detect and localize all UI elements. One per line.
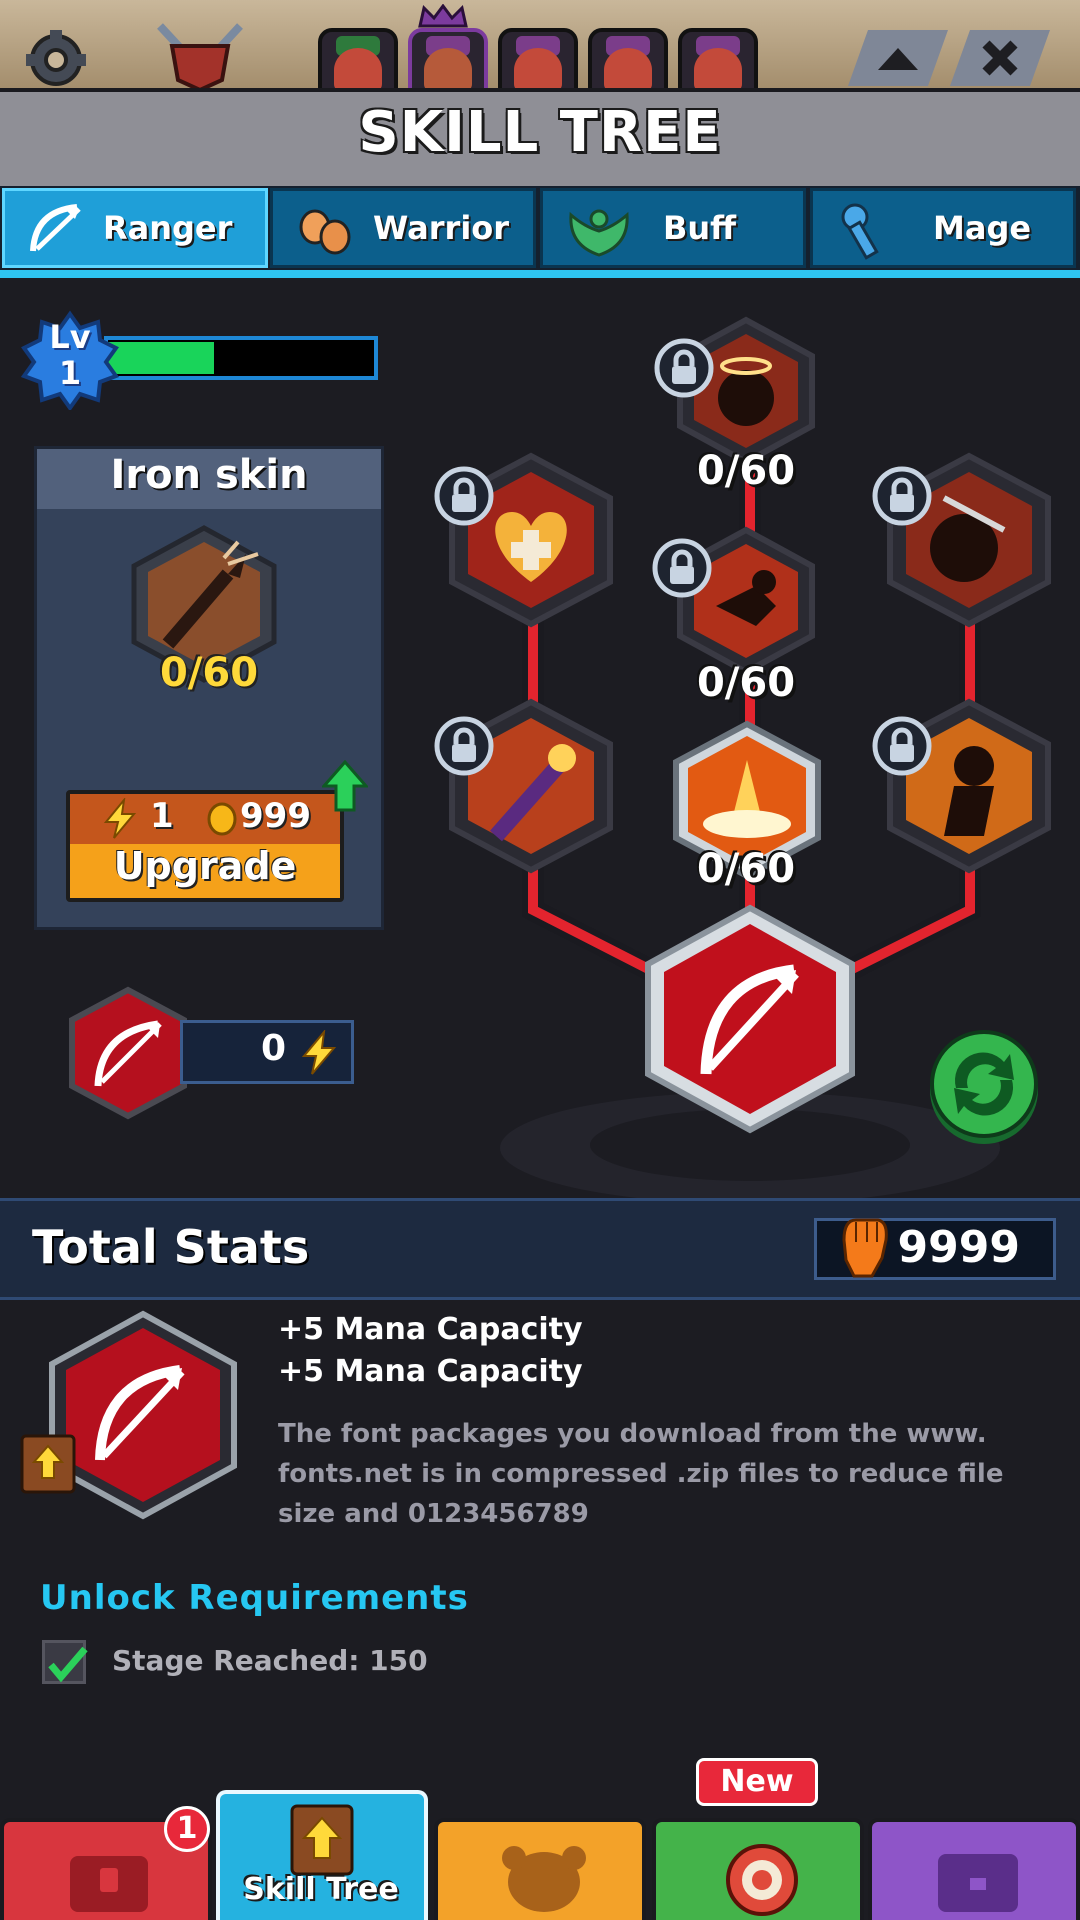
unlock-requirements-title: Unlock Requirements — [40, 1578, 469, 1618]
tab-mage[interactable]: Mage — [810, 188, 1076, 268]
level-label: Lv — [49, 318, 91, 356]
hero-portrait[interactable] — [678, 28, 758, 96]
skill-node-progress: 0/60 — [696, 660, 796, 706]
stat-line: +5 Mana Capacity — [278, 1312, 583, 1347]
power-value: 9999 — [897, 1222, 1020, 1273]
skill-name: Iron skin — [110, 452, 308, 498]
hero-portrait[interactable] — [318, 28, 398, 96]
coin-icon — [207, 802, 237, 836]
checkmark-icon — [48, 1646, 88, 1683]
tab-label: Warrior — [373, 209, 510, 247]
skill-book-icon — [20, 1434, 76, 1494]
laurel-icon — [569, 209, 629, 257]
nav-shop[interactable] — [868, 1818, 1080, 1920]
lock-icon — [434, 716, 494, 776]
skill-progress: 0/60 — [159, 650, 259, 696]
total-stats-title: Total Stats — [32, 1220, 310, 1274]
fists-icon — [299, 209, 351, 255]
skill-description: The font packages you download from the … — [278, 1419, 1004, 1529]
gear-icon[interactable] — [20, 20, 92, 92]
page-title: SKILL TREE — [358, 100, 722, 165]
skill-book-icon — [290, 1804, 354, 1876]
notification-badge: 1 — [164, 1806, 210, 1852]
tab-label: Ranger — [103, 209, 233, 247]
nav-heroes[interactable] — [434, 1818, 646, 1920]
lock-icon — [872, 466, 932, 526]
hero-portrait[interactable] — [408, 28, 488, 96]
nav-target[interactable] — [652, 1818, 864, 1920]
reset-button[interactable] — [926, 1028, 1042, 1150]
lightning-icon — [301, 1030, 337, 1075]
requirement-text: Stage Reached: 150 — [112, 1644, 428, 1677]
tab-label: Mage — [933, 209, 1032, 247]
tab-buff[interactable]: Buff — [540, 188, 806, 268]
crown-icon — [418, 4, 468, 28]
hero-portrait[interactable] — [498, 28, 578, 96]
upgrade-energy-cost: 1 — [150, 796, 174, 836]
upgrade-coin-cost: 999 — [240, 796, 311, 836]
energy-value: 0 — [260, 1028, 286, 1069]
skill-node-progress: 0/60 — [696, 448, 796, 494]
skill-node-progress: 0/60 — [696, 846, 796, 892]
stat-line: +5 Mana Capacity — [278, 1354, 583, 1389]
bow-icon — [30, 204, 81, 252]
ranger-energy-icon — [69, 986, 187, 1120]
lock-icon — [872, 716, 932, 776]
chest-icon — [70, 1856, 148, 1912]
upgrade-label: Upgrade — [113, 844, 297, 888]
shield-swords-icon[interactable] — [150, 20, 250, 90]
level-progress-fill — [108, 342, 214, 374]
hero-portrait[interactable] — [588, 28, 668, 96]
new-tag: New — [696, 1758, 818, 1806]
shop-chest-icon — [938, 1854, 1018, 1912]
tab-underline — [0, 270, 1080, 278]
target-icon — [726, 1844, 798, 1916]
ranger-core-skill-icon[interactable] — [644, 904, 856, 1134]
lock-icon — [652, 538, 712, 598]
lock-icon — [434, 466, 494, 526]
hero-face-icon — [502, 1846, 586, 1912]
requirement-checkbox — [42, 1640, 88, 1684]
lightning-icon — [103, 798, 137, 839]
level-value: 1 — [58, 354, 82, 392]
nav-skill-tree-label: Skill Tree — [243, 1872, 399, 1907]
tab-warrior[interactable]: Warrior — [270, 188, 536, 268]
arrow-up-icon — [322, 760, 368, 812]
tab-ranger[interactable]: Ranger — [2, 188, 268, 268]
tab-label: Buff — [663, 209, 737, 247]
wrench-icon — [841, 203, 879, 260]
lock-icon — [654, 338, 714, 398]
